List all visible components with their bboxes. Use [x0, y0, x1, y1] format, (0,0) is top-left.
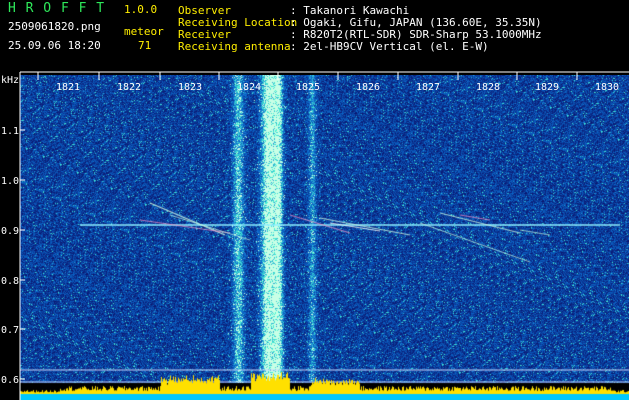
y-tick-label-1.0: 1.0	[1, 176, 19, 187]
x-tick-label-1830: 1830	[595, 82, 619, 93]
x-tick-label-1821: 1821	[56, 82, 80, 93]
x-tick-label-1825: 1825	[296, 82, 320, 93]
y-tick-label-0.8: 0.8	[1, 276, 19, 287]
x-tick-label-1826: 1826	[356, 82, 380, 93]
y-tick-label-0.7: 0.7	[1, 325, 19, 336]
y-tick-label-1.1: 1.1	[1, 126, 19, 137]
hrofft-window: H R O F F T 1.0.0 2509061820.png meteor …	[0, 0, 629, 400]
y-tick-label-0.6: 0.6	[1, 375, 19, 386]
spectrogram-axes: kHz 1.1 1.0 0.9 0.8 0.7 0.6 1821 1822 18…	[1, 71, 629, 400]
x-tick-label-1823: 1823	[178, 82, 202, 93]
axis-ticks	[20, 72, 578, 380]
x-tick-label-1822: 1822	[117, 82, 141, 93]
x-tick-label-1824: 1824	[237, 82, 261, 93]
x-tick-label-1827: 1827	[416, 82, 440, 93]
x-tick-label-1828: 1828	[476, 82, 500, 93]
y-axis-unit: kHz	[1, 75, 19, 86]
y-tick-label-0.9: 0.9	[1, 226, 19, 237]
x-tick-label-1829: 1829	[535, 82, 559, 93]
axis-tick-labels: 1.1 1.0 0.9 0.8 0.7 0.6 1821 1822 1823 1…	[1, 82, 619, 386]
